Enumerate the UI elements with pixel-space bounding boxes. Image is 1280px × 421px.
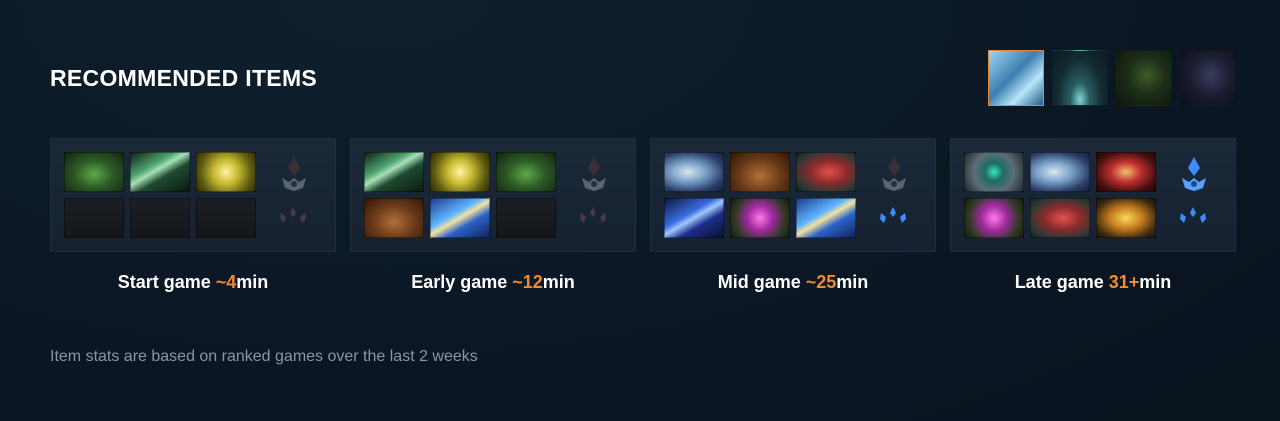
- blink-dagger-icon[interactable]: [430, 198, 490, 238]
- item-grid: [664, 152, 856, 238]
- magic-wand-icon[interactable]: [130, 152, 190, 192]
- phase-start: Start game ~4min: [50, 138, 336, 293]
- item-card: [50, 138, 336, 252]
- recommended-items-panel: RECOMMENDED ITEMS Start game ~4min Early…: [0, 0, 1280, 421]
- boots-icon[interactable]: [730, 152, 790, 192]
- gold-helm-icon[interactable]: [1096, 198, 1156, 238]
- phase-name: Early game: [411, 272, 513, 292]
- item-card: [950, 138, 1236, 252]
- phase-time-prefix: ~: [512, 272, 523, 292]
- aghanims-shard-icon[interactable]: [279, 156, 309, 192]
- scepter-icon[interactable]: [664, 198, 724, 238]
- phase-time-prefix: ~: [215, 272, 227, 292]
- phase-time-value: 25: [816, 272, 837, 292]
- phase-time-value: 12: [522, 272, 543, 292]
- phase-name: Mid game: [717, 272, 806, 292]
- hooded-hero-icon[interactable]: [1116, 50, 1172, 106]
- axe-icon[interactable]: [664, 152, 724, 192]
- phase-time-unit: min: [236, 272, 269, 292]
- phase-late: Late game 31+min: [950, 138, 1236, 293]
- blink-dagger-icon[interactable]: [796, 198, 856, 238]
- aghanims-scepter-icon[interactable]: [577, 205, 609, 229]
- stats-footnote: Item stats are based on ranked games ove…: [50, 348, 478, 365]
- axe-icon[interactable]: [1030, 152, 1090, 192]
- item-grid: [364, 152, 556, 238]
- phase-time-unit: min: [542, 272, 575, 292]
- phase-early: Early game ~12min: [350, 138, 636, 293]
- empty-slot: [130, 198, 190, 238]
- phase-name: Start game: [117, 272, 216, 292]
- fountain-hero-icon[interactable]: [1052, 50, 1108, 106]
- phase-label: Early game ~12min: [350, 272, 636, 293]
- phase-label: Mid game ~25min: [650, 272, 936, 293]
- phase-label: Start game ~4min: [50, 272, 336, 293]
- item-grid: [964, 152, 1156, 238]
- empty-slot: [196, 198, 256, 238]
- section-title: RECOMMENDED ITEMS: [50, 65, 318, 91]
- tango-icon[interactable]: [64, 152, 124, 192]
- phase-time-value: 31+: [1108, 272, 1140, 292]
- red-blade-icon[interactable]: [1030, 198, 1090, 238]
- circlet-icon[interactable]: [196, 152, 256, 192]
- empty-slot: [64, 198, 124, 238]
- phase-time-value: 4: [226, 272, 237, 292]
- aghanims-shard-icon[interactable]: [579, 156, 609, 192]
- shadow-hero-icon[interactable]: [1180, 50, 1236, 106]
- hero-switcher: [988, 50, 1236, 106]
- aghanims-shard-icon[interactable]: [879, 156, 909, 192]
- circlet-icon[interactable]: [430, 152, 490, 192]
- boots-icon[interactable]: [364, 198, 424, 238]
- orb-icon[interactable]: [730, 198, 790, 238]
- phases-row: Start game ~4min Early game ~12min Mid g…: [50, 138, 1236, 293]
- aghanims-shard-icon[interactable]: [1179, 156, 1209, 192]
- eye-icon[interactable]: [964, 152, 1024, 192]
- aghanims-scepter-icon[interactable]: [277, 205, 309, 229]
- tango-icon[interactable]: [496, 152, 556, 192]
- phase-name: Late game: [1014, 272, 1109, 292]
- item-card: [350, 138, 636, 252]
- red-blade-icon[interactable]: [796, 152, 856, 192]
- item-grid: [64, 152, 256, 238]
- phase-time-unit: min: [836, 272, 869, 292]
- bow-icon[interactable]: [1096, 152, 1156, 192]
- aghanims-scepter-icon[interactable]: [1177, 205, 1209, 229]
- aghanims-scepter-icon[interactable]: [877, 205, 909, 229]
- phase-label: Late game 31+min: [950, 272, 1236, 293]
- empty-slot: [496, 198, 556, 238]
- item-card: [650, 138, 936, 252]
- magic-wand-icon[interactable]: [364, 152, 424, 192]
- orb-icon[interactable]: [964, 198, 1024, 238]
- phase-time-unit: min: [1139, 272, 1172, 292]
- phase-mid: Mid game ~25min: [650, 138, 936, 293]
- phase-time-prefix: ~: [805, 272, 817, 292]
- ice-hero-icon[interactable]: [988, 50, 1044, 106]
